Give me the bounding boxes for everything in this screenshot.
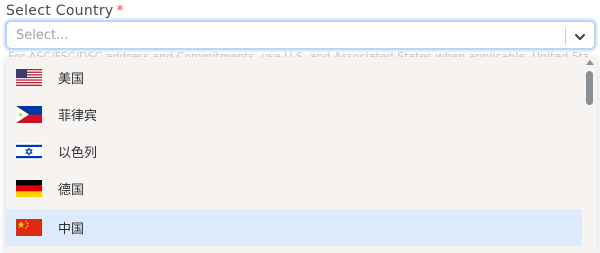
country-dropdown-menu: 美国 菲律宾 以色列 德国 中国	[6, 57, 597, 253]
chevron-down-icon[interactable]	[573, 29, 587, 43]
flag-il-icon	[16, 143, 42, 160]
option-label: 德国	[58, 183, 85, 198]
select-placeholder: Select...	[16, 28, 69, 43]
scroll-up-arrow-icon[interactable]	[586, 60, 594, 65]
country-select[interactable]: Select...	[5, 20, 596, 50]
field-label: Select Country *	[6, 3, 124, 19]
option-label: 美国	[58, 72, 85, 87]
indicator-separator	[565, 27, 566, 45]
scrollbar-thumb[interactable]	[586, 71, 593, 105]
option-item[interactable]: 美国	[6, 59, 582, 96]
option-item-selected[interactable]: 中国	[6, 209, 582, 246]
required-mark: *	[116, 3, 124, 19]
option-item[interactable]: 以色列	[6, 133, 582, 170]
field-label-text: Select Country	[6, 3, 114, 19]
option-label: 中国	[58, 222, 85, 237]
flag-cn-icon	[16, 219, 42, 236]
flag-ph-icon	[16, 106, 42, 123]
option-item[interactable]: 德国	[6, 170, 582, 207]
dropdown-scrollbar[interactable]	[583, 57, 597, 253]
option-item[interactable]: 菲律宾	[6, 96, 582, 133]
option-label: 以色列	[58, 146, 98, 161]
option-label: 菲律宾	[58, 109, 98, 124]
flag-us-icon	[16, 69, 42, 86]
flag-de-icon	[16, 180, 42, 197]
